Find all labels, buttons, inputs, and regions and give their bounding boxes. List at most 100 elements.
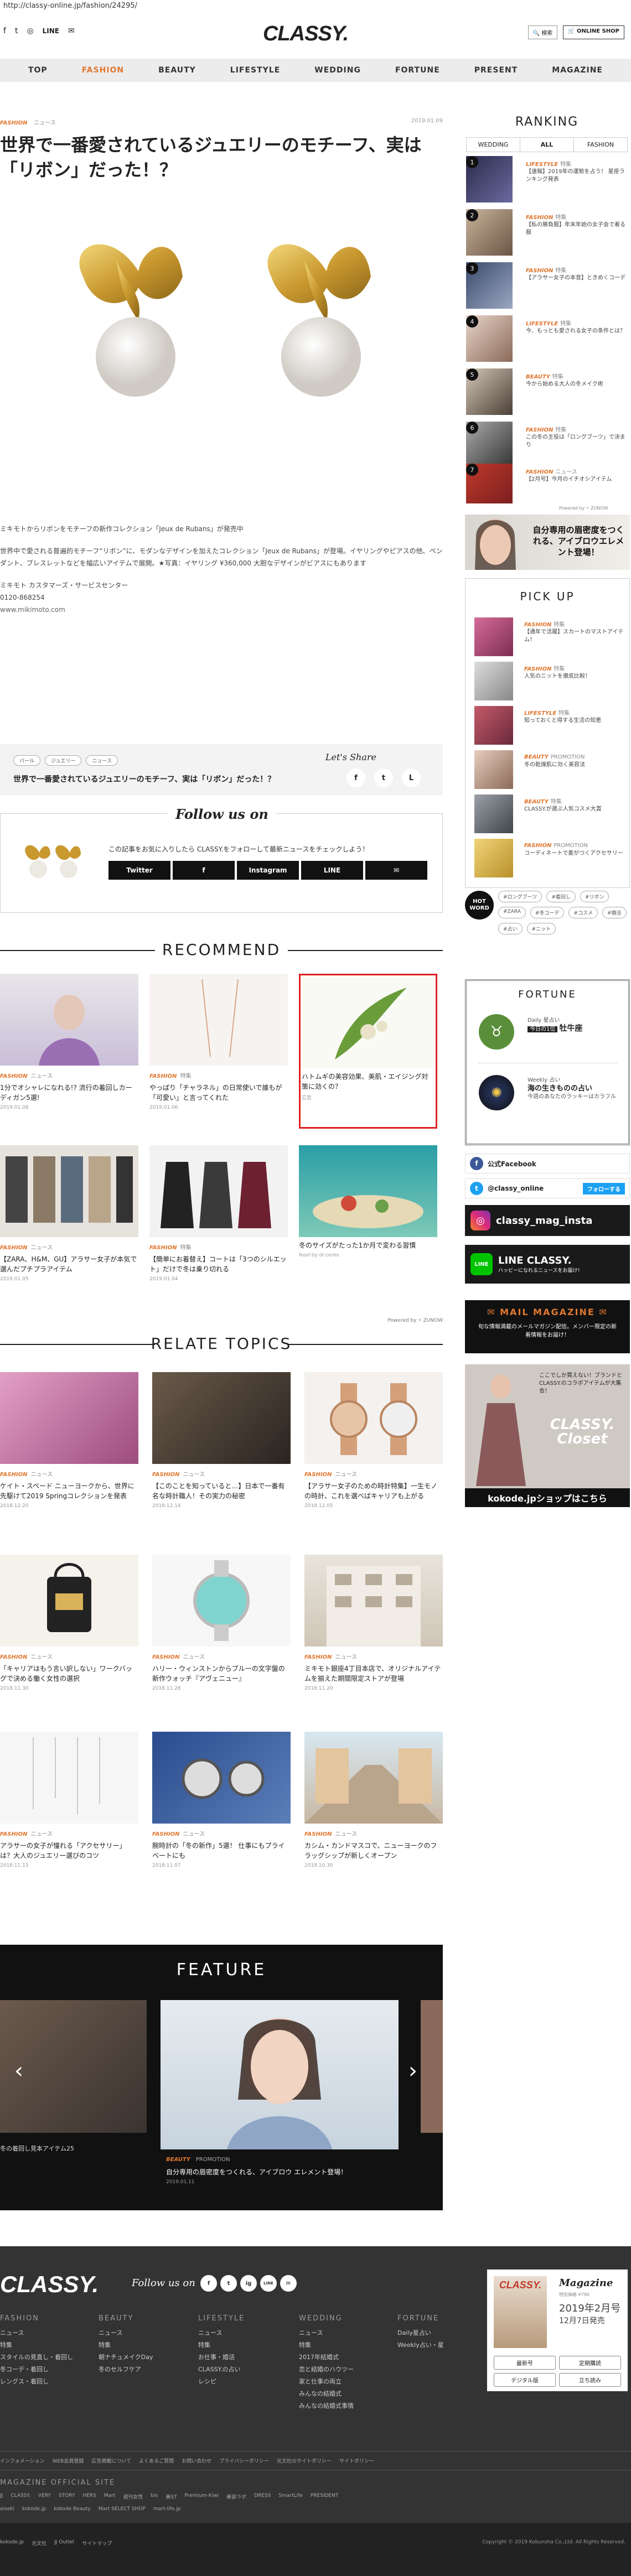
follow-line-button[interactable]: LINE bbox=[301, 861, 363, 880]
recommend-ad-card[interactable]: ハトムギの美容効果、美肌・エイジング対策に効くの？ 広告 bbox=[299, 974, 437, 1129]
prev-arrow-icon[interactable]: ‹ bbox=[14, 2058, 23, 2084]
card-category[interactable]: FASHION bbox=[0, 1831, 27, 1837]
mail-icon[interactable]: ✉ bbox=[68, 27, 75, 35]
official-site-link[interactable]: 美容ラボ bbox=[226, 2493, 246, 2500]
relate-card[interactable]: FASHION ニュース 【このことを知っていると…】日本で一番有名な時計職人！そ… bbox=[152, 1372, 291, 1509]
footer-link[interactable]: 特集 bbox=[99, 2339, 193, 2351]
footer-link[interactable]: Daily星占い bbox=[397, 2327, 480, 2339]
partner-site-link[interactable]: kokode.jp bbox=[22, 2506, 46, 2512]
pickup-item[interactable]: BEAUTY 特集 CLASSY.が選ぶ人気コスメ大賞 bbox=[474, 794, 624, 833]
next-arrow-icon[interactable]: › bbox=[408, 2058, 417, 2084]
magazine-button[interactable]: 定期購読 bbox=[559, 2356, 621, 2370]
mail-magazine-banner[interactable]: ✉ MAIL MAGAZINE ✉ 旬な情報満載のメールマガジン配信。メンバー限… bbox=[465, 1300, 630, 1353]
card-category[interactable]: FASHION bbox=[0, 1472, 27, 1478]
twitter-icon[interactable]: t bbox=[15, 27, 18, 35]
magazine-button[interactable]: 最新号 bbox=[494, 2356, 556, 2370]
relate-card[interactable]: FASHION ニュース 【アラサー女子のための時計特集】一生モノの時計、これを選… bbox=[304, 1372, 443, 1509]
fortune-weekly[interactable]: Weekly 占い 海の生きものの占い 今週のあなたのラッキーはカラフル bbox=[527, 1076, 622, 1101]
follow-instagram-button[interactable]: Instagram bbox=[237, 861, 299, 880]
share-line-icon[interactable]: L bbox=[402, 768, 421, 787]
bottom-link[interactable]: 光文社 bbox=[32, 2539, 46, 2547]
magazine-button[interactable]: 立ち読み bbox=[559, 2373, 621, 2387]
official-site-link[interactable]: DRESS bbox=[254, 2493, 271, 2500]
card-category[interactable]: FASHION bbox=[152, 1472, 179, 1478]
footer-link[interactable]: 冬コーデ・着回し bbox=[0, 2364, 94, 2376]
follow-twitter-button[interactable]: Twitter bbox=[108, 861, 170, 880]
hotword-tag[interactable]: #コスメ bbox=[568, 907, 598, 918]
recommend-card[interactable]: FASHION ニュース 【ZARA、H&M、GU】アラサー女子が本気で選んだプチ… bbox=[0, 1145, 138, 1282]
line-banner[interactable]: LINE LINE CLASSY. ハッピーになれるニュースをお届け！ bbox=[465, 1245, 630, 1284]
recommend-ad-card[interactable]: 冬のサイズがたった1か月で変わる習慣 food by dr.ceres bbox=[299, 1145, 437, 1258]
pickup-item[interactable]: LIFESTYLE 特集 知っておくと得する生活の知恵 bbox=[474, 706, 624, 745]
ranking-item[interactable]: 3 FASHION 特集 【アラサー女子の本音】ときめくコーデ bbox=[466, 262, 628, 309]
card-category[interactable]: FASHION bbox=[152, 1831, 179, 1837]
tag-item[interactable]: ジュエリー bbox=[45, 755, 82, 766]
instagram-icon[interactable]: ◎ bbox=[27, 27, 33, 35]
facebook-icon[interactable]: f bbox=[200, 2275, 217, 2292]
nav-lifestyle[interactable]: LIFESTYLE bbox=[230, 66, 281, 75]
online-shop-button[interactable]: 🛒 ONLINE SHOP bbox=[563, 25, 624, 39]
partner-site-link[interactable]: aiseki bbox=[0, 2506, 14, 2512]
footer-link[interactable]: スタイルの見直し・着回し bbox=[0, 2351, 94, 2364]
follow-facebook-button[interactable]: f bbox=[173, 861, 235, 880]
footer-link[interactable]: 朝ナチュメイクDay bbox=[99, 2351, 193, 2364]
footer-link[interactable]: 恋と結婚のハウツー bbox=[299, 2364, 393, 2376]
sidebar-ad-banner[interactable]: 自分専用の眉密度をつくれる、アイブロウエレメント登場！ bbox=[465, 515, 630, 570]
card-category[interactable]: FASHION bbox=[304, 1831, 332, 1837]
footer-link[interactable]: レシピ bbox=[198, 2376, 292, 2388]
relate-card[interactable]: FASHION ニュース ミキモト銀座4丁目本店で、オリジナルアイテムを揃えた期間… bbox=[304, 1555, 443, 1691]
partner-site-link[interactable]: mart-life.jp bbox=[153, 2506, 181, 2512]
ranking-item[interactable]: 2 FASHION 特集 【私の勝負服】年末年始の女子会で着る服 bbox=[466, 209, 628, 256]
footer-link[interactable]: ニュース bbox=[198, 2327, 292, 2339]
ranking-item[interactable]: 5 BEAUTY 特集 今から始める大人の冬メイク術 bbox=[466, 368, 628, 415]
feature-slide-right[interactable] bbox=[421, 2000, 443, 2133]
footer-link[interactable]: Weekly占い・星 bbox=[397, 2339, 480, 2351]
footer-link[interactable]: レングス・着回し bbox=[0, 2376, 94, 2388]
pickup-item[interactable]: FASHION 特集 人気のニットを徹底比較！ bbox=[474, 662, 624, 700]
feature-category[interactable]: BEAUTY bbox=[166, 2157, 190, 2163]
footer-link[interactable]: 特集 bbox=[198, 2339, 292, 2351]
tab-all[interactable]: ALL bbox=[520, 138, 574, 152]
hotword-tag[interactable]: #占い bbox=[498, 923, 523, 934]
official-site-link[interactable]: STORY bbox=[59, 2493, 75, 2500]
official-site-link[interactable]: Mart bbox=[104, 2493, 116, 2500]
nav-fortune[interactable]: FORTUNE bbox=[395, 66, 440, 75]
pickup-item[interactable]: FASHION 特集 【通年で活躍】スカートのマストアイテム！ bbox=[474, 617, 624, 656]
relate-card[interactable]: FASHION ニュース 「キャリアはもう言い訳しない」ワークバッグで決める働く女… bbox=[0, 1555, 138, 1691]
instagram-banner[interactable]: ◎ classy_mag_insta bbox=[465, 1205, 630, 1236]
footer-link[interactable]: ニュース bbox=[0, 2327, 94, 2339]
official-site-link[interactable]: Premium-Kiwi bbox=[185, 2493, 219, 2500]
relate-card[interactable]: FASHION ニュース アラサーの女子が憧れる「アクセサリー」は？大人のジュエリ… bbox=[0, 1732, 138, 1868]
footer-info-link[interactable]: 光文社のサイトポリシー bbox=[277, 2457, 332, 2464]
relate-card[interactable]: FASHION ニュース ハリー・ウィンストンからブルーの文字盤の新作ウォッチ『ア… bbox=[152, 1555, 291, 1691]
partner-site-link[interactable]: Mart SELECT SHOP bbox=[99, 2506, 146, 2512]
recommend-card[interactable]: FASHION 特集 やっぱり「チャラネル」の日常使いで誰もが「可愛い」と言ってく… bbox=[149, 974, 288, 1110]
relate-card[interactable]: FASHION ニュース ケイト・スペード ニューヨークから、世界に先駆けて201… bbox=[0, 1372, 138, 1509]
card-category[interactable]: FASHION bbox=[0, 1245, 27, 1251]
footer-link[interactable]: ニュース bbox=[299, 2327, 393, 2339]
partner-site-link[interactable]: kokode Beauty bbox=[54, 2506, 91, 2512]
contact-link[interactable]: www.mikimoto.com bbox=[0, 606, 65, 614]
ranking-item[interactable]: 6 FASHION 特集 この冬の主役は「ロングブーツ」で決まり bbox=[466, 422, 628, 468]
bottom-link[interactable]: JJ Outlet bbox=[54, 2539, 74, 2547]
line-icon[interactable]: LINE bbox=[260, 2275, 277, 2292]
footer-logo[interactable]: CLASSY. bbox=[0, 2271, 99, 2298]
mail-icon[interactable]: ✉ bbox=[280, 2275, 297, 2292]
ranking-item[interactable]: 4 LIFESTYLE 特集 今、もっとも愛される女子の条件とは？ bbox=[466, 315, 628, 362]
footer-link[interactable]: お仕事・婚活 bbox=[198, 2351, 292, 2364]
instagram-icon[interactable]: ig bbox=[240, 2275, 257, 2292]
ranking-item[interactable]: 1 LIFESTYLE 特集 【速報】2019年の運勢を占う！ 星座ランキング発… bbox=[466, 156, 628, 202]
footer-info-link[interactable]: よくあるご質問 bbox=[139, 2457, 174, 2464]
footer-info-link[interactable]: インフォメーション bbox=[0, 2457, 45, 2464]
pickup-item[interactable]: FASHION PROMOTION コーディネートで差がつくアクセサリー bbox=[474, 839, 624, 877]
hotword-tag[interactable]: #リボン bbox=[580, 891, 609, 902]
facebook-banner[interactable]: f 公式Facebook bbox=[465, 1154, 630, 1173]
bottom-link[interactable]: kokode.jp bbox=[0, 2539, 24, 2547]
search-button[interactable]: 🔍 検索 bbox=[527, 25, 558, 39]
hotword-tag[interactable]: #ロングブーツ bbox=[498, 891, 542, 902]
card-category[interactable]: FASHION bbox=[149, 1073, 177, 1079]
card-category[interactable]: FASHION bbox=[0, 1654, 27, 1660]
site-logo[interactable]: CLASSY. bbox=[263, 22, 349, 46]
recommend-card[interactable]: FASHION 特集 【簡単にお着替え】コートは「3つのシルエット」だけで冬は乗り… bbox=[149, 1145, 288, 1282]
footer-link[interactable]: みんなの結婚式 bbox=[299, 2388, 393, 2400]
